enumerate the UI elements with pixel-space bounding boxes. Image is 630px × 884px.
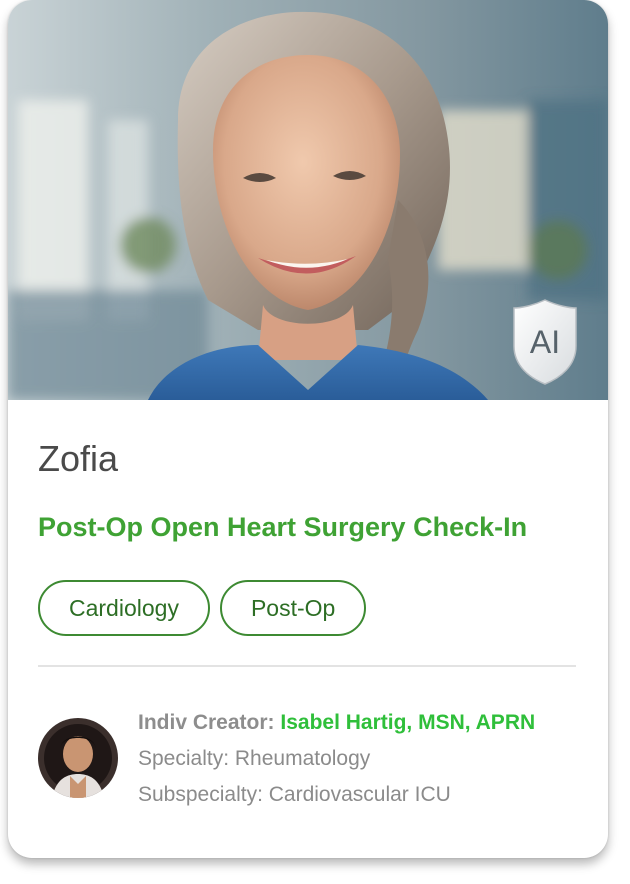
creator-name[interactable]: Isabel Hartig, MSN, APRN: [280, 711, 535, 734]
creator-line: Indiv Creator: Isabel Hartig, MSN, APRN: [138, 710, 578, 746]
persona-title[interactable]: Post-Op Open Heart Surgery Check-In: [38, 512, 527, 543]
persona-photo: AI: [8, 0, 608, 400]
creator-subspecialty: Subspecialty: Cardiovascular ICU: [138, 783, 451, 806]
tag-post-op[interactable]: Post-Op: [219, 580, 367, 636]
creator-label: Indiv Creator:: [138, 711, 275, 734]
creator-info: Indiv Creator: Isabel Hartig, MSN, APRN …: [138, 710, 578, 818]
ai-badge-label: AI: [530, 324, 560, 360]
ai-shield-icon: AI: [510, 298, 580, 388]
tag-cardiology[interactable]: Cardiology: [38, 580, 210, 636]
creator-avatar[interactable]: [38, 718, 118, 798]
divider: [38, 665, 576, 667]
persona-card[interactable]: AI Zofia Post-Op Open Heart Surgery Chec…: [8, 0, 608, 858]
creator-specialty: Specialty: Rheumatology: [138, 747, 371, 770]
tag-list: Cardiology Post-Op: [38, 580, 367, 636]
persona-name: Zofia: [38, 438, 119, 479]
